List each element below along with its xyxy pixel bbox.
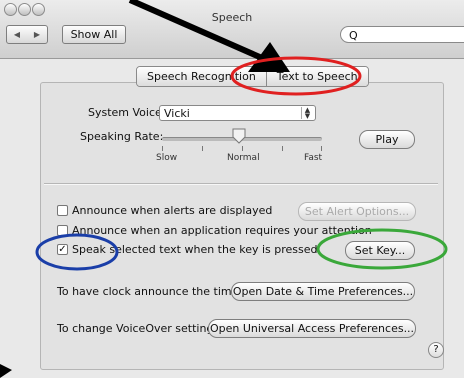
slider-tick: [282, 146, 283, 151]
system-voice-value: Vicki: [164, 107, 190, 120]
slider-tick: [242, 146, 243, 151]
clock-announce-label: To have clock announce the time:: [57, 285, 243, 298]
app-attention-label: Announce when an application requires yo…: [72, 224, 372, 237]
speaking-rate-label: Speaking Rate:: [80, 130, 164, 143]
popup-arrows-icon: ▲ ▼: [301, 107, 313, 120]
slider-tick: [321, 146, 322, 151]
forward-arrow-icon[interactable]: ▶: [34, 30, 40, 39]
play-button[interactable]: Play: [359, 130, 415, 149]
slider-tick: [202, 146, 203, 151]
back-arrow-icon[interactable]: ◀: [14, 30, 20, 39]
tab-bar: Speech Recognition Text to Speech: [136, 66, 369, 87]
speaking-rate-slider-knob[interactable]: [232, 128, 246, 144]
system-voice-label: System Voice:: [88, 106, 166, 119]
alerts-label: Announce when alerts are displayed: [72, 204, 273, 217]
title-bar: Speech ◀ ▶ Show All Q: [0, 0, 464, 59]
rate-slow-label: Slow: [156, 153, 178, 163]
show-all-button[interactable]: Show All: [62, 25, 126, 44]
set-key-button[interactable]: Set Key...: [345, 241, 415, 260]
open-universal-access-preferences-button[interactable]: Open Universal Access Preferences...: [208, 319, 416, 338]
alerts-checkbox[interactable]: [57, 205, 68, 216]
tab-speech-recognition[interactable]: Speech Recognition: [137, 67, 266, 86]
voiceover-settings-label: To change VoiceOver settings:: [57, 322, 223, 335]
rate-normal-label: Normal: [227, 153, 260, 163]
system-voice-popup[interactable]: Vicki ▲ ▼: [159, 105, 316, 121]
section-divider: [44, 183, 438, 185]
rate-fast-label: Fast: [304, 153, 323, 163]
help-button[interactable]: ?: [428, 342, 444, 358]
tab-text-to-speech[interactable]: Text to Speech: [265, 67, 368, 86]
app-attention-checkbox[interactable]: [57, 225, 68, 236]
set-alert-options-button[interactable]: Set Alert Options...: [298, 202, 416, 221]
window-title: Speech: [211, 11, 253, 24]
search-field[interactable]: Q: [340, 26, 464, 43]
open-date-time-preferences-button[interactable]: Open Date & Time Preferences...: [231, 282, 415, 301]
slider-tick: [162, 146, 163, 151]
search-icon: Q: [349, 29, 358, 42]
speak-selected-label: Speak selected text when the key is pres…: [72, 243, 318, 256]
back-forward-buttons[interactable]: ◀ ▶: [6, 25, 48, 44]
system-preferences-window: Speech ◀ ▶ Show All Q Speech Recognition…: [0, 0, 464, 378]
speak-selected-checkbox[interactable]: ✓: [57, 244, 68, 255]
